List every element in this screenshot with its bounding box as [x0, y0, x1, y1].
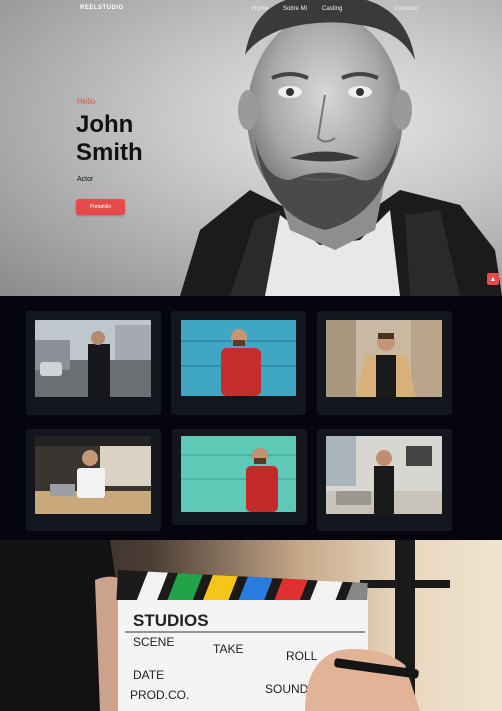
hero-last-name: Smith: [76, 139, 143, 166]
hero-name: John Smith: [76, 111, 196, 167]
gallery-photo[interactable]: [181, 320, 296, 396]
gallery-photo[interactable]: [326, 436, 442, 514]
gallery-photo[interactable]: [35, 436, 151, 514]
clapperboard-image: STUDIOS SCENE TAKE ROLL DATE SOUND PROD.…: [0, 540, 450, 711]
brand-logo[interactable]: REELSTUDIO: [80, 5, 124, 11]
hero-first-name: John: [76, 111, 134, 138]
gallery-card[interactable]: [317, 311, 452, 415]
clapperboard-field-date: DATE: [133, 668, 164, 682]
nav-link-home[interactable]: Home: [252, 6, 268, 12]
arrow-up-icon: ▲: [489, 275, 497, 283]
gallery-card[interactable]: [26, 429, 161, 531]
hero-section: REELSTUDIO Home Sobre Mi Casting Contact…: [0, 0, 502, 296]
hero-greeting: Hello: [77, 97, 96, 106]
nav-link-casting[interactable]: Casting: [322, 6, 342, 12]
scroll-top-button[interactable]: ▲: [487, 273, 499, 285]
portfolio-button[interactable]: Portafolio: [76, 199, 125, 215]
clapperboard-field-prodco: PROD.CO.: [130, 688, 189, 702]
clapperboard-section: STUDIOS SCENE TAKE ROLL DATE SOUND PROD.…: [0, 540, 502, 711]
gallery-photo[interactable]: [35, 320, 151, 397]
clapperboard-field-sound: SOUND: [265, 682, 309, 696]
gallery-card[interactable]: [26, 311, 161, 415]
gallery-card[interactable]: [171, 311, 306, 415]
nav-link-contact[interactable]: Contacto: [394, 6, 418, 12]
clapperboard-field-take: TAKE: [213, 642, 243, 656]
hero-portrait-image: [180, 0, 502, 296]
hero-role: Actor: [77, 176, 94, 183]
nav-link-about[interactable]: Sobre Mi: [283, 6, 307, 12]
gallery-photo[interactable]: [326, 320, 442, 397]
clapperboard-field-scene: SCENE: [133, 635, 174, 649]
clapperboard-field-roll: ROLL: [286, 649, 318, 663]
page: REELSTUDIO Home Sobre Mi Casting Contact…: [0, 0, 502, 711]
gallery-card[interactable]: [317, 429, 452, 531]
gallery-card[interactable]: [172, 429, 307, 525]
clapperboard-title: STUDIOS: [133, 611, 209, 630]
gallery-photo[interactable]: [181, 436, 296, 512]
gallery-section: [0, 296, 502, 540]
